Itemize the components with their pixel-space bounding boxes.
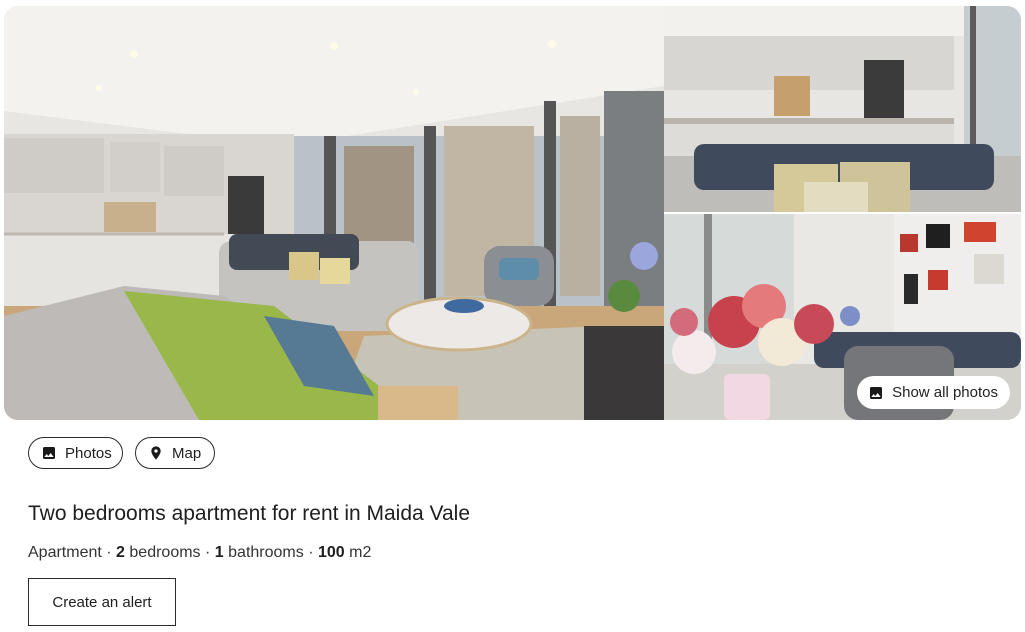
area-value: 100 (317, 544, 345, 561)
separator: · (106, 544, 112, 561)
tab-map-label: Map (172, 444, 202, 462)
kitchen-image (664, 6, 1021, 212)
image-icon (41, 445, 57, 461)
separator: · (308, 544, 314, 561)
bathrooms-label: bathrooms (228, 544, 304, 561)
tab-photos[interactable]: Photos (28, 437, 123, 469)
map-pin-icon (148, 445, 164, 461)
area-unit: m2 (349, 544, 372, 561)
show-all-photos-label: Show all photos (892, 384, 998, 401)
create-alert-button[interactable]: Create an alert (28, 578, 176, 626)
photo-flowers[interactable]: Show all photos (664, 214, 1021, 420)
living-room-image (4, 6, 664, 420)
property-type: Apartment (28, 544, 102, 561)
show-all-photos-button[interactable]: Show all photos (857, 376, 1010, 409)
bathrooms-count: 1 (214, 544, 224, 561)
photo-kitchen[interactable] (664, 6, 1021, 212)
image-icon (868, 385, 884, 401)
tab-map[interactable]: Map (135, 437, 215, 469)
main-photo-living-room[interactable] (4, 6, 664, 420)
photo-gallery: Show all photos (4, 6, 1021, 420)
separator: · (205, 544, 211, 561)
listing-specs: Apartment · 2 bedrooms · 1 bathrooms · 1… (28, 544, 371, 562)
listing-title: Two bedrooms apartment for rent in Maida… (28, 502, 470, 525)
bedrooms-count: 2 (116, 544, 125, 561)
tab-photos-label: Photos (65, 444, 112, 462)
bedrooms-label: bedrooms (129, 544, 201, 561)
